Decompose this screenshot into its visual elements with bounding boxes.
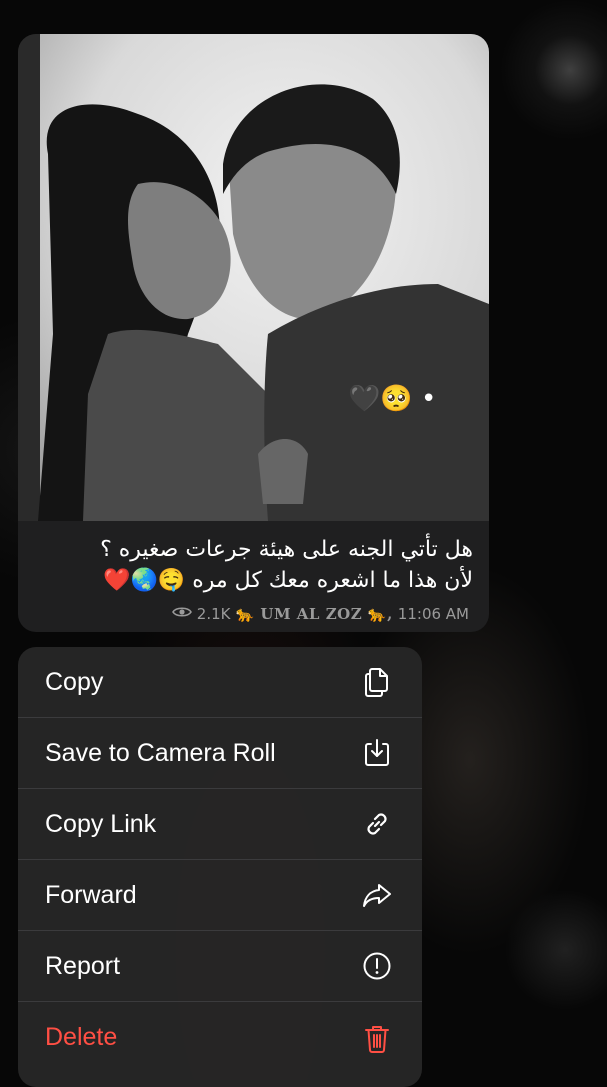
caption-line-2: لأن هذا ما اشعره معك كل مره 🤤🌏❤️ xyxy=(103,568,473,593)
menu-item-report[interactable]: Report xyxy=(18,931,422,1002)
copy-icon xyxy=(360,665,394,699)
menu-item-copy-link[interactable]: Copy Link xyxy=(18,789,422,860)
menu-item-label: Copy xyxy=(45,667,104,696)
menu-item-label: Save to Camera Roll xyxy=(45,738,276,767)
menu-item-label: Forward xyxy=(45,880,137,909)
menu-item-label: Report xyxy=(45,951,121,980)
photo-emoji-overlay: 🖤🥺 • xyxy=(348,384,437,414)
signature: 🐆 𝐔𝐌 𝐀𝐋 𝐙𝐎𝐙 🐆, xyxy=(235,605,393,623)
message-caption[interactable]: هل تأتي الجنه على هيئة جرعات صغيره ؟ لأن… xyxy=(33,534,473,596)
save-icon xyxy=(360,736,394,770)
message-time: 11:06 AM xyxy=(397,605,469,623)
menu-item-copy[interactable]: Copy xyxy=(18,647,422,718)
menu-item-save-to-camera-roll[interactable]: Save to Camera Roll xyxy=(18,718,422,789)
forward-icon xyxy=(360,878,394,912)
message-meta: 2.1K 🐆 𝐔𝐌 𝐀𝐋 𝐙𝐎𝐙 🐆, 11:06 AM xyxy=(171,604,469,624)
message-photo[interactable] xyxy=(18,34,489,521)
context-menu: Copy Save to Camera Roll Copy Link Forwa… xyxy=(18,647,422,1087)
trash-icon xyxy=(360,1021,394,1055)
eye-icon xyxy=(171,604,192,624)
menu-item-label: Copy Link xyxy=(45,809,157,838)
menu-item-label: Delete xyxy=(45,1023,118,1051)
report-icon xyxy=(360,949,394,983)
message-bubble[interactable]: 🖤🥺 • هل تأتي الجنه على هيئة جرعات صغيره … xyxy=(18,34,489,632)
menu-item-forward[interactable]: Forward xyxy=(18,860,422,931)
caption-line-1: هل تأتي الجنه على هيئة جرعات صغيره ؟ xyxy=(100,537,473,562)
view-count: 2.1K xyxy=(196,605,231,623)
menu-item-delete[interactable]: Delete xyxy=(18,1002,422,1073)
link-icon xyxy=(360,807,394,841)
